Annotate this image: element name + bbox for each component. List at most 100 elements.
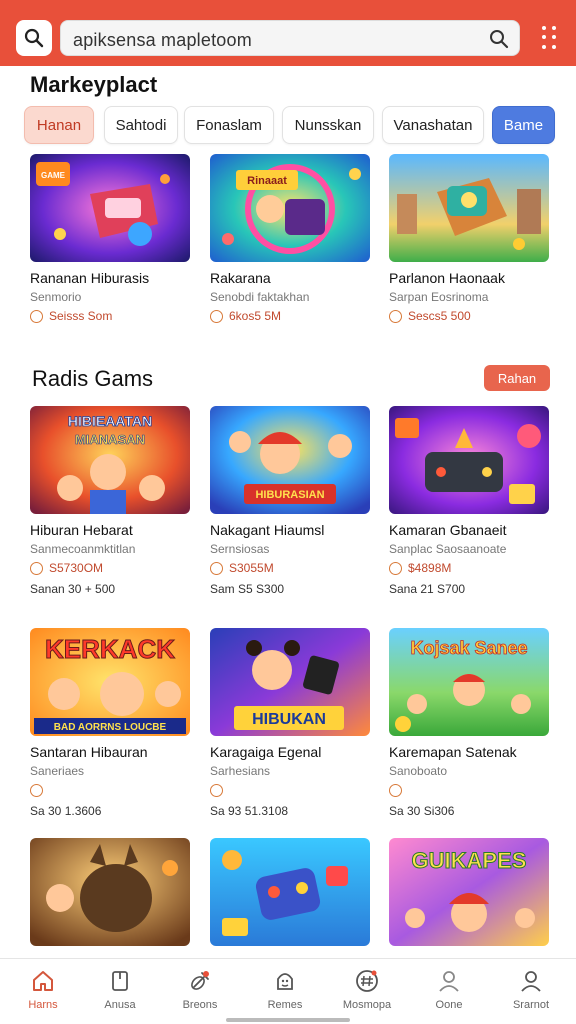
tab-hanan[interactable]: Hanan bbox=[24, 106, 94, 144]
tab-bame[interactable]: Bame bbox=[492, 106, 555, 144]
home-icon bbox=[33, 971, 53, 991]
status-bar bbox=[0, 0, 576, 12]
game-thumbnail bbox=[210, 838, 370, 946]
card-price bbox=[30, 782, 43, 798]
category-tabs: Hanan Sahtodi Fonaslam Nunsskan Vanashat… bbox=[24, 106, 556, 144]
card-price: S3055M bbox=[210, 560, 274, 576]
nav-label: Harns bbox=[28, 999, 58, 1011]
price-value: Seisss Som bbox=[49, 309, 113, 323]
thumbnail-text: BAD AORRNS LOUCBE bbox=[54, 722, 167, 733]
game-card[interactable]: Rinaaat Rakarana Senobdi faktakhan 6kos5… bbox=[210, 154, 370, 334]
card-title: Rananan Hiburasis bbox=[30, 270, 150, 286]
game-card[interactable]: Kojsak Sanee Karemapan Satenak Sanoboato… bbox=[389, 628, 549, 828]
top-app-bar: apiksensa mapletoom bbox=[0, 0, 576, 66]
game-thumbnail: HIBURASIAN bbox=[210, 406, 370, 514]
card-title: Nakagant Hiaumsl bbox=[210, 522, 325, 538]
game-thumbnail: KERKACK BAD AORRNS LOUCBE bbox=[30, 628, 190, 736]
thumbnail-text: HIBUKAN bbox=[252, 711, 326, 728]
game-card[interactable]: HIBUKAN Karagaiga Egenal Sarhesians Sa 9… bbox=[210, 628, 370, 828]
thumbnail-text: Rinaaat bbox=[247, 175, 287, 187]
coin-icon bbox=[210, 309, 223, 323]
game-card[interactable]: GAME Rananan Hiburasis Senmorio Seisss S… bbox=[30, 154, 190, 334]
nav-item-srarnot[interactable]: Srarnot bbox=[496, 959, 566, 1024]
tab-fonaslam[interactable]: Fonaslam bbox=[184, 106, 274, 144]
thumbnail-text: GAME bbox=[41, 171, 66, 180]
card-meta: Sa 93 51.3108 bbox=[210, 804, 289, 818]
thumbnail-text: HIBURASIAN bbox=[255, 489, 324, 501]
search-button[interactable] bbox=[16, 20, 52, 56]
card-price: S5730OM bbox=[30, 560, 103, 576]
coin-icon bbox=[30, 783, 43, 797]
card-title: Parlanon Haonaak bbox=[389, 270, 505, 286]
card-title: Rakarana bbox=[210, 270, 271, 286]
game-card[interactable]: KERKACK BAD AORRNS LOUCBE Santaran Hibau… bbox=[30, 628, 190, 828]
game-thumbnail: HIBIEAATAN MIANASAN bbox=[30, 406, 190, 514]
search-input-value: apiksensa mapletoom bbox=[73, 30, 252, 50]
nav-item-oone[interactable]: Oone bbox=[414, 959, 484, 1024]
game-thumbnail: Kojsak Sanee bbox=[389, 628, 549, 736]
card-meta: Sanan 30 + 500 bbox=[30, 582, 116, 596]
card-subtitle: Sanplac Saosaanoate bbox=[389, 542, 507, 556]
tab-nunsskan[interactable]: Nunsskan bbox=[282, 106, 374, 144]
tab-vanashatan[interactable]: Vanashatan bbox=[382, 106, 484, 144]
coin-icon bbox=[210, 561, 223, 575]
card-subtitle: Senmorio bbox=[30, 290, 82, 304]
nav-item-breons[interactable]: Breons bbox=[165, 959, 235, 1024]
nav-label: Breons bbox=[182, 999, 218, 1011]
nav-item-home[interactable]: Harns bbox=[8, 959, 78, 1024]
face-icon bbox=[277, 973, 293, 990]
game-thumbnail: GAME bbox=[30, 154, 190, 262]
search-input[interactable]: apiksensa mapletoom bbox=[60, 20, 520, 56]
thumbnail-text: MIANASAN bbox=[75, 432, 145, 447]
nav-item-mosmopa[interactable]: Mosmopa bbox=[332, 959, 402, 1024]
card-subtitle: Senobdi faktakhan bbox=[210, 290, 310, 304]
user-icon bbox=[439, 971, 459, 992]
card-price bbox=[210, 782, 223, 798]
search-icon[interactable] bbox=[489, 29, 509, 49]
price-value: 6kos5 5M bbox=[229, 309, 282, 323]
coin-icon bbox=[389, 561, 402, 575]
price-value: S5730OM bbox=[49, 561, 104, 575]
card-meta: Sa 30 Si306 bbox=[389, 804, 455, 818]
card-subtitle: Sanmecoanmktitlan bbox=[30, 542, 136, 556]
nav-label: Oone bbox=[435, 999, 463, 1011]
game-thumbnail bbox=[389, 406, 549, 514]
game-card[interactable]: HIBURASIAN Nakagant Hiaumsl Sernsiosas S… bbox=[210, 406, 370, 606]
card-title: Karemapan Satenak bbox=[389, 744, 517, 760]
nav-item-anusa[interactable]: Anusa bbox=[85, 959, 155, 1024]
game-card[interactable]: GUIKAPES bbox=[389, 838, 549, 958]
game-card[interactable] bbox=[210, 838, 370, 958]
bottom-navigation: Harns Anusa Breons Remes Mosmopa Oone Sr… bbox=[0, 958, 576, 1024]
see-all-button[interactable]: Rahan bbox=[484, 365, 550, 391]
game-card[interactable]: Parlanon Haonaak Sarpan Eosrinoma Sescs5… bbox=[389, 154, 549, 334]
tab-sahtodi[interactable]: Sahtodi bbox=[104, 106, 178, 144]
home-indicator bbox=[226, 1018, 350, 1022]
game-card[interactable]: Kamaran Gbanaeit Sanplac Saosaanoate $48… bbox=[389, 406, 549, 606]
card-meta: Sa 30 1.3606 bbox=[30, 804, 102, 818]
nav-label: Srarnot bbox=[512, 999, 550, 1011]
thumbnail-text: HIBIEAATAN bbox=[68, 413, 152, 429]
section-title: Radis Gams bbox=[32, 366, 154, 391]
card-title: Karagaiga Egenal bbox=[210, 744, 322, 760]
card-meta: Sam S5 S300 bbox=[210, 582, 285, 596]
card-price: Sescs5 500 bbox=[389, 308, 471, 324]
nav-label: Mosmopa bbox=[342, 999, 392, 1011]
marketplace-screen: apiksensa mapletoom Markeyplact Hanan Sa… bbox=[0, 0, 576, 1024]
price-value: $4898M bbox=[408, 561, 452, 575]
card-subtitle: Sernsiosas bbox=[210, 542, 270, 556]
card-price bbox=[389, 782, 402, 798]
game-thumbnail: Rinaaat bbox=[210, 154, 370, 262]
coin-icon bbox=[30, 309, 43, 323]
game-thumbnail: HIBUKAN bbox=[210, 628, 370, 736]
game-card[interactable]: HIBIEAATAN MIANASAN Hiburan Hebarat Sanm… bbox=[30, 406, 190, 606]
game-thumbnail bbox=[30, 838, 190, 946]
more-options-icon[interactable] bbox=[542, 26, 558, 50]
nav-label: Anusa bbox=[104, 999, 136, 1011]
nav-item-remes[interactable]: Remes bbox=[250, 959, 320, 1024]
book-icon bbox=[112, 971, 128, 991]
game-card[interactable] bbox=[30, 838, 190, 958]
page-title: Markeyplact bbox=[30, 72, 158, 97]
search-icon bbox=[24, 28, 44, 48]
card-subtitle: Sarhesians bbox=[210, 764, 271, 778]
coin-icon bbox=[30, 561, 43, 575]
